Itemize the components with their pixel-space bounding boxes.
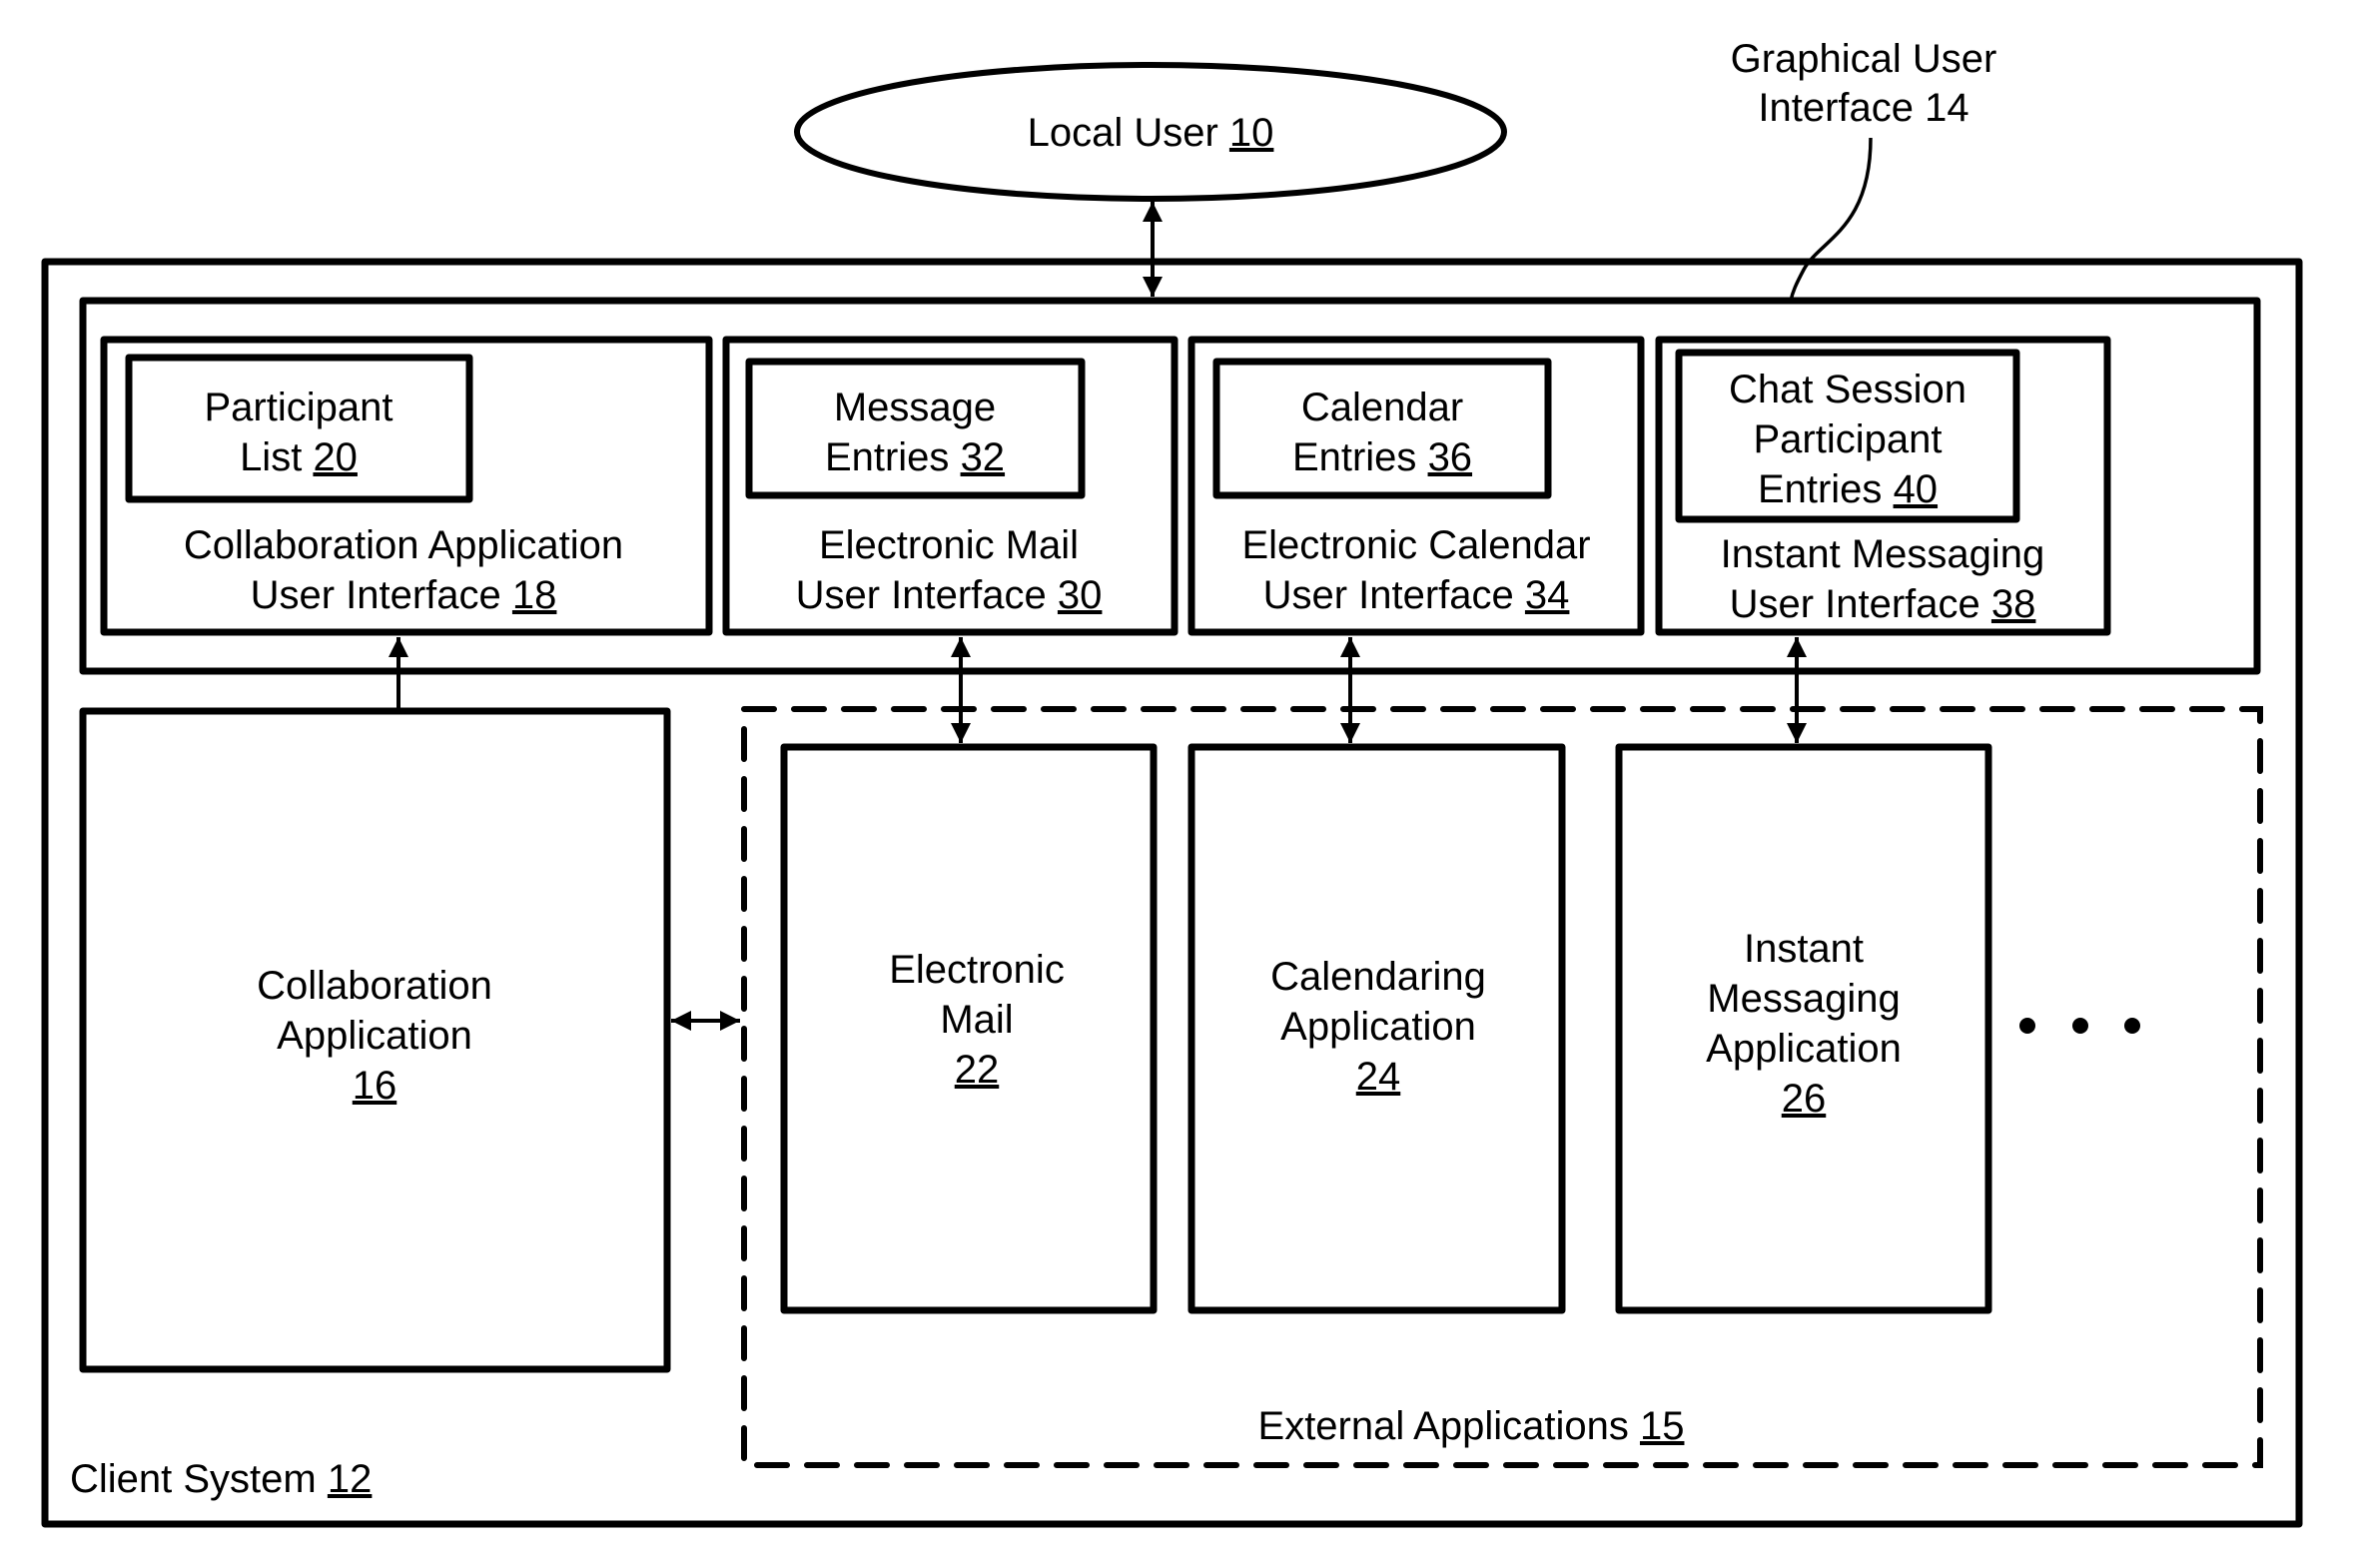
participant-list-line2: List 20: [240, 435, 358, 479]
calendaring-app-node: Calendaring Application 24: [1187, 743, 1566, 1314]
collab-ui-title-line1: Collaboration Application: [184, 523, 623, 567]
ui-panel-email: Message Entries 32 Electronic Mail User …: [722, 336, 1178, 636]
participant-list-line1: Participant: [205, 386, 393, 429]
more-apps-ellipsis: [2019, 1018, 2140, 1034]
ui-panel-collaboration: Participant List 20 Collaboration Applic…: [100, 336, 713, 636]
calendar-entries-line2: Entries 36: [1292, 435, 1472, 479]
chat-entries-line3: Entries 40: [1758, 467, 1938, 511]
calendaring-app-line1: Calendaring: [1270, 955, 1486, 999]
client-system-label: Client System 12: [70, 1457, 372, 1501]
im-app-line2: Messaging: [1707, 977, 1900, 1021]
local-user-node: Local User 10: [794, 62, 1507, 202]
calendar-ui-title-line1: Electronic Calendar: [1241, 523, 1590, 567]
calendaring-app-ref: 24: [1356, 1055, 1401, 1099]
email-app-ref: 22: [955, 1048, 1000, 1092]
message-entries-line2: Entries 32: [825, 435, 1005, 479]
email-app-node: Electronic Mail 22: [780, 743, 1158, 1314]
collab-app-line2: Application: [277, 1014, 472, 1058]
im-app-ref: 26: [1782, 1077, 1827, 1121]
im-ui-title-line2: User Interface 38: [1730, 582, 2036, 626]
email-ui-title-line2: User Interface 30: [796, 573, 1103, 617]
im-app-line3: Application: [1706, 1027, 1902, 1071]
ui-panel-im: Chat Session Participant Entries 40 Inst…: [1655, 336, 2111, 636]
calendar-ui-title-line2: User Interface 34: [1263, 573, 1570, 617]
calendaring-app-line2: Application: [1280, 1005, 1476, 1049]
ellipsis-dot: [2072, 1018, 2088, 1034]
im-app-node: Instant Messaging Application 26: [1615, 743, 1992, 1314]
collab-app-ref: 16: [353, 1064, 397, 1108]
calendar-entries-line1: Calendar: [1301, 386, 1463, 429]
local-user-text: Local User 10: [1028, 111, 1274, 155]
collab-ui-title-line2: User Interface 18: [251, 573, 557, 617]
collab-app-line1: Collaboration: [257, 964, 492, 1008]
ui-panel-calendar: Calendar Entries 36 Electronic Calendar …: [1187, 336, 1645, 636]
gui-label-line2: Interface 14: [1758, 86, 1968, 130]
ellipsis-dot: [2019, 1018, 2035, 1034]
email-app-line1: Electronic: [889, 948, 1065, 992]
patent-diagram: Local User 10 Graphical User Interface 1…: [41, 37, 2303, 1528]
external-apps-label: External Applications 15: [1258, 1404, 1685, 1448]
chat-entries-line2: Participant: [1754, 417, 1943, 461]
im-app-line1: Instant: [1744, 927, 1864, 971]
chat-entries-line1: Chat Session: [1729, 368, 1966, 411]
collaboration-app-node: Collaboration Application 16: [79, 707, 671, 1373]
email-ui-title-line1: Electronic Mail: [819, 523, 1079, 567]
email-app-line2: Mail: [940, 998, 1013, 1042]
gui-leader-line: [1789, 137, 1873, 302]
gui-label-line1: Graphical User: [1731, 37, 1997, 81]
ellipsis-dot: [2124, 1018, 2140, 1034]
message-entries-line1: Message: [834, 386, 996, 429]
im-ui-title-line1: Instant Messaging: [1721, 532, 2045, 576]
